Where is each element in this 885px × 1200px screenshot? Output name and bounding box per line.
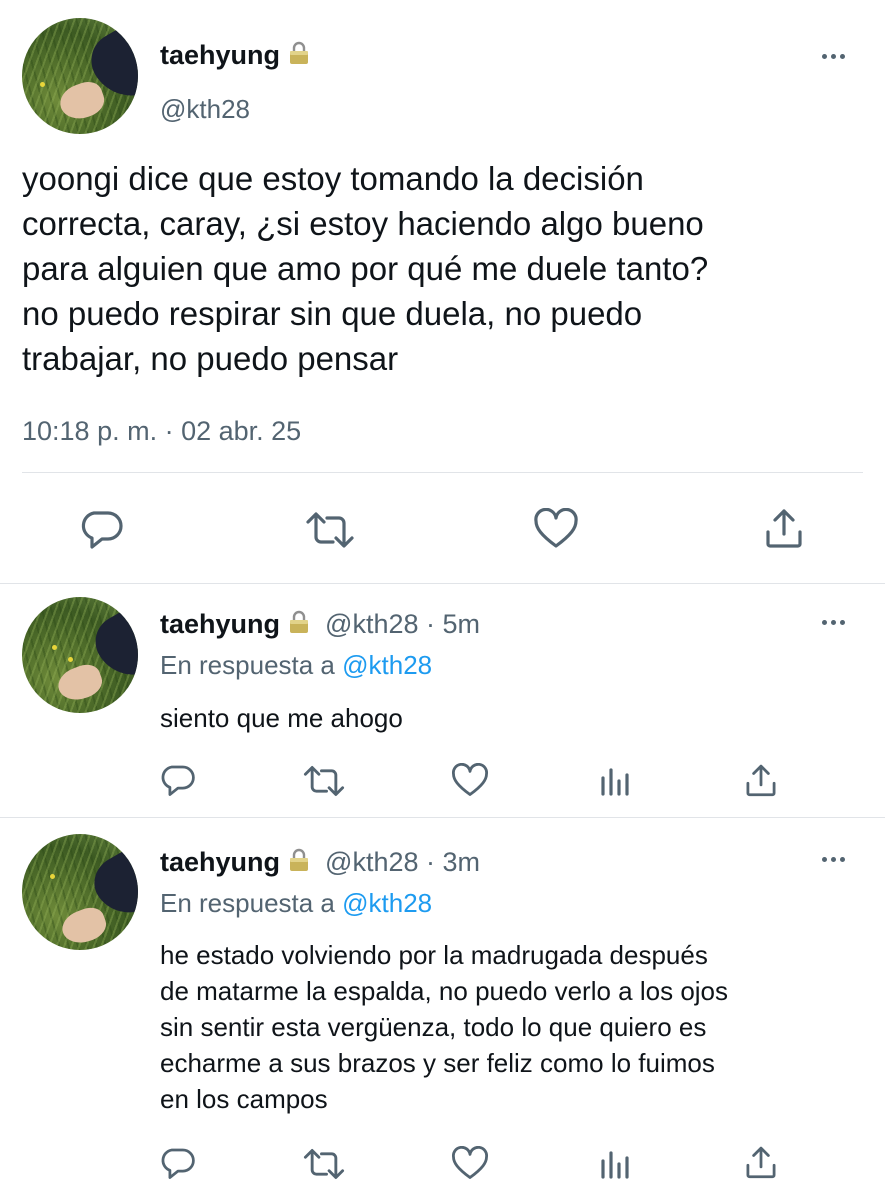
divider (0, 817, 885, 818)
analytics-icon[interactable] (598, 764, 632, 798)
reply-icon[interactable] (160, 763, 196, 797)
reply-prefix: En respuesta a (160, 888, 335, 918)
retweet-icon[interactable] (302, 764, 346, 798)
display-name[interactable]: taehyung (160, 847, 280, 877)
tweet-text-line: echarme a sus brazos y ser feliz como lo… (160, 1048, 715, 1078)
handle-time[interactable]: @kth28 · 5m (325, 609, 480, 639)
divider (22, 472, 863, 473)
reply-icon[interactable] (80, 508, 124, 550)
reply-to-link[interactable]: @kth28 (342, 888, 432, 918)
reply-icon[interactable] (160, 1146, 196, 1180)
display-name[interactable]: taehyung (160, 40, 280, 70)
tweet-text-line: siento que me ahogo (160, 703, 403, 733)
lock-icon (288, 848, 310, 879)
reply-to-link[interactable]: @kth28 (342, 650, 432, 680)
reply-prefix: En respuesta a (160, 650, 335, 680)
like-icon[interactable] (533, 508, 579, 550)
analytics-icon[interactable] (598, 1147, 632, 1181)
tweet-text-line: he estado volviendo por la madrugada des… (160, 940, 708, 970)
like-icon[interactable] (451, 1146, 489, 1181)
tweet-text-line: para alguien que amo por qué me duele ta… (22, 250, 709, 287)
avatar[interactable] (22, 18, 138, 134)
tweet-text: siento que me ahogo (160, 700, 403, 736)
more-icon[interactable] (822, 857, 845, 862)
display-name[interactable]: taehyung (160, 609, 280, 639)
author-row: taehyung @kth28 · 5m (160, 609, 480, 641)
lock-icon (288, 41, 310, 72)
timestamp[interactable]: 10:18 p. m. · 02 abr. 25 (22, 416, 301, 447)
avatar[interactable] (22, 834, 138, 950)
tweet-text-line: no puedo respirar sin que duela, no pued… (22, 295, 643, 332)
tweet-text: yoongi dice que estoy tomando la decisió… (22, 156, 708, 381)
more-icon[interactable] (822, 54, 845, 59)
tweet-text-line: yoongi dice que estoy tomando la decisió… (22, 160, 644, 197)
reply-context: En respuesta a @kth28 (160, 888, 432, 919)
tweet-text-line: sin sentir esta vergüenza, todo lo que q… (160, 1012, 707, 1042)
tweet-text-line: en los campos (160, 1084, 328, 1114)
like-icon[interactable] (451, 763, 489, 798)
tweet-text: he estado volviendo por la madrugada des… (160, 937, 728, 1117)
more-icon[interactable] (822, 620, 845, 625)
lock-icon (288, 610, 310, 641)
tweet-text-line: de matarme la espalda, no puedo verlo a … (160, 976, 729, 1006)
retweet-icon[interactable] (302, 1147, 346, 1181)
handle[interactable]: @kth28 (160, 94, 250, 125)
share-icon[interactable] (744, 762, 778, 798)
share-icon[interactable] (744, 1144, 778, 1180)
share-icon[interactable] (764, 506, 804, 550)
reply-context: En respuesta a @kth28 (160, 650, 432, 681)
tweet-text-line: correcta, caray, ¿si estoy haciendo algo… (22, 205, 704, 242)
divider (0, 583, 885, 584)
author-row: taehyung @kth28 · 3m (160, 847, 480, 879)
retweet-icon[interactable] (304, 510, 356, 550)
avatar[interactable] (22, 597, 138, 713)
tweet-text-line: trabajar, no puedo pensar (22, 340, 399, 377)
author-row: taehyung (160, 40, 310, 72)
handle-time[interactable]: @kth28 · 3m (325, 847, 480, 877)
